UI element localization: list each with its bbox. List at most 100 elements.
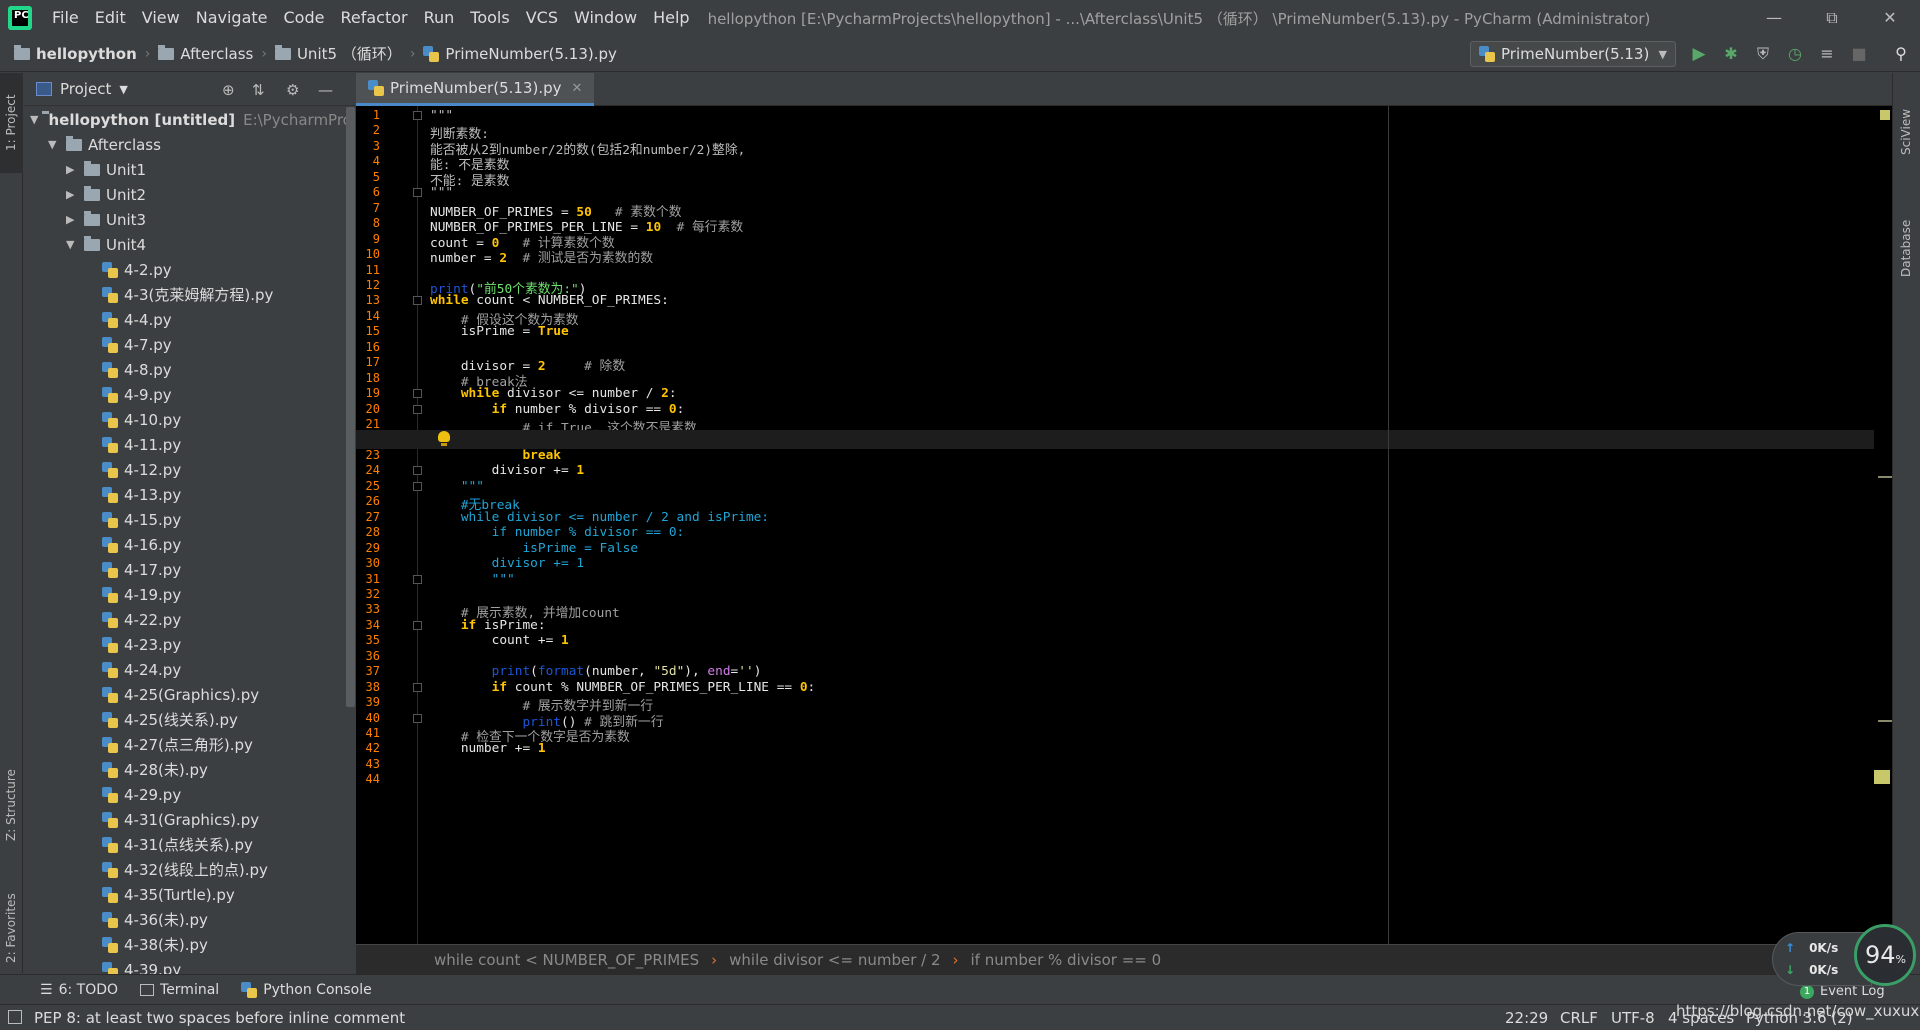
- minimize-icon[interactable]: —: [1746, 0, 1802, 36]
- tree-folder[interactable]: ▼ Afterclass: [24, 132, 345, 157]
- tree-file[interactable]: 4-16.py: [24, 532, 345, 557]
- run-configuration-select[interactable]: PrimeNumber(5.13) ▼: [1470, 41, 1676, 67]
- code-line[interactable]: print(format(number, "5d"), end=''): [430, 664, 762, 679]
- expand-down-icon[interactable]: ▼: [66, 238, 80, 251]
- tree-file[interactable]: 4-31(点线关系).py: [24, 832, 345, 857]
- code-crumb[interactable]: if number % divisor == 0: [971, 951, 1162, 969]
- menu-vcs[interactable]: VCS: [518, 0, 566, 36]
- menu-run[interactable]: Run: [416, 0, 463, 36]
- line-number[interactable]: 19: [356, 386, 380, 400]
- tab-project-tool[interactable]: 1: Project: [0, 73, 23, 173]
- menu-file[interactable]: File: [44, 0, 87, 36]
- code-line[interactable]: if number % divisor == 0:: [430, 525, 685, 540]
- tree-file[interactable]: 4-8.py: [24, 357, 345, 382]
- menu-code[interactable]: Code: [276, 0, 333, 36]
- fold-marker-icon[interactable]: [413, 389, 422, 399]
- collapse-all-icon[interactable]: ⇅: [252, 81, 265, 99]
- tree-file[interactable]: 4-15.py: [24, 507, 345, 532]
- code-editor[interactable]: """ 判断素数: 能否被从2到number/2的数(包括2和number/2)整除…: [418, 106, 1892, 944]
- line-number[interactable]: 34: [356, 618, 380, 632]
- tab-sciview[interactable]: SciView: [1893, 73, 1920, 163]
- tree-file[interactable]: 4-13.py: [24, 482, 345, 507]
- fold-marker-icon[interactable]: [413, 682, 422, 692]
- menu-edit[interactable]: Edit: [87, 0, 134, 36]
- line-number[interactable]: 8: [356, 216, 380, 230]
- tree-file[interactable]: 4-3(克莱姆解方程).py: [24, 282, 345, 307]
- tree-file[interactable]: 4-39.py: [24, 957, 345, 974]
- tree-file[interactable]: 4-4.py: [24, 307, 345, 332]
- expand-right-icon[interactable]: ▶: [66, 188, 80, 201]
- menu-navigate[interactable]: Navigate: [188, 0, 276, 36]
- stripe-mark[interactable]: [1874, 770, 1890, 784]
- menu-refactor[interactable]: Refactor: [332, 0, 415, 36]
- tree-file[interactable]: 4-35(Turtle).py: [24, 882, 345, 907]
- code-line[interactable]: if count % NUMBER_OF_PRIMES_PER_LINE == …: [430, 680, 816, 695]
- expand-right-icon[interactable]: ▶: [66, 213, 80, 226]
- line-number[interactable]: 15: [356, 324, 380, 338]
- tab-favorites[interactable]: 2: Favorites: [0, 863, 23, 973]
- fold-marker-icon[interactable]: [413, 111, 422, 120]
- line-number[interactable]: 20: [356, 402, 380, 416]
- line-number[interactable]: 3: [356, 139, 380, 153]
- toggle-tool-windows-icon[interactable]: [8, 1010, 22, 1024]
- line-number[interactable]: 21: [356, 417, 380, 431]
- expand-right-icon[interactable]: ▶: [66, 163, 80, 176]
- run-icon[interactable]: ▶: [1688, 43, 1710, 65]
- fold-marker-icon[interactable]: [413, 188, 422, 198]
- code-line[interactable]: """: [430, 185, 453, 200]
- line-number[interactable]: 6: [356, 185, 380, 199]
- tree-file[interactable]: 4-28(未).py: [24, 757, 345, 782]
- line-number[interactable]: 44: [356, 772, 380, 786]
- line-number[interactable]: 42: [356, 741, 380, 755]
- line-number[interactable]: 43: [356, 757, 380, 771]
- line-separator[interactable]: CRLF: [1560, 1009, 1598, 1027]
- locate-icon[interactable]: ⊕: [222, 81, 235, 99]
- tree-file[interactable]: 4-10.py: [24, 407, 345, 432]
- tree-file[interactable]: 4-2.py: [24, 257, 345, 282]
- tree-file[interactable]: 4-27(点三角形).py: [24, 732, 345, 757]
- stripe-mark[interactable]: [1878, 720, 1892, 722]
- code-line[interactable]: """: [430, 479, 484, 494]
- tree-folder[interactable]: ▼ Unit4: [24, 232, 345, 257]
- fold-marker-icon[interactable]: [413, 296, 422, 306]
- tree-file[interactable]: 4-24.py: [24, 657, 345, 682]
- caret-position[interactable]: 22:29: [1505, 1009, 1548, 1027]
- tree-folder[interactable]: ▼ hellopython [untitled] E:\PycharmProj: [24, 107, 355, 132]
- restore-icon[interactable]: ⧉: [1804, 0, 1860, 36]
- stop-icon[interactable]: ■: [1848, 43, 1870, 65]
- line-number[interactable]: 5: [356, 170, 380, 184]
- line-number[interactable]: 29: [356, 541, 380, 555]
- tree-file[interactable]: 4-38(未).py: [24, 932, 345, 957]
- tree-file[interactable]: 4-11.py: [24, 432, 345, 457]
- line-number[interactable]: 37: [356, 664, 380, 678]
- tree-file[interactable]: 4-32(线段上的点).py: [24, 857, 345, 882]
- code-line[interactable]: isPrime = False: [430, 541, 638, 556]
- line-number[interactable]: 9: [356, 232, 380, 246]
- tree-file[interactable]: 4-12.py: [24, 457, 345, 482]
- coverage-icon[interactable]: ⛨: [1752, 43, 1774, 65]
- fold-marker-icon[interactable]: [413, 404, 422, 414]
- code-line[interactable]: while count < NUMBER_OF_PRIMES:: [430, 293, 669, 308]
- line-number[interactable]: 30: [356, 556, 380, 570]
- line-number[interactable]: 25: [356, 479, 380, 493]
- tree-folder[interactable]: ▶ Unit2: [24, 182, 345, 207]
- fold-marker-icon[interactable]: [413, 574, 422, 584]
- line-number[interactable]: 32: [356, 587, 380, 601]
- fold-marker-icon[interactable]: [413, 713, 422, 723]
- tab-terminal[interactable]: Terminal: [140, 982, 219, 998]
- code-line[interactable]: divisor += 1: [430, 556, 584, 571]
- tree-file[interactable]: 4-31(Graphics).py: [24, 807, 345, 832]
- search-icon[interactable]: ⚲: [1890, 43, 1912, 65]
- line-number[interactable]: 26: [356, 494, 380, 508]
- tab-structure[interactable]: Z: Structure: [0, 733, 23, 843]
- expand-down-icon[interactable]: ▼: [30, 113, 38, 126]
- concurrency-icon[interactable]: ≡: [1816, 43, 1838, 65]
- gear-icon[interactable]: ⚙: [286, 81, 299, 99]
- project-scrollbar[interactable]: [346, 107, 355, 707]
- debug-icon[interactable]: ✱: [1720, 43, 1742, 65]
- code-crumb[interactable]: while count < NUMBER_OF_PRIMES: [434, 951, 699, 969]
- tree-file[interactable]: 4-19.py: [24, 582, 345, 607]
- line-number[interactable]: 31: [356, 572, 380, 586]
- chevron-down-icon[interactable]: ▼: [119, 83, 127, 96]
- line-number[interactable]: 35: [356, 633, 380, 647]
